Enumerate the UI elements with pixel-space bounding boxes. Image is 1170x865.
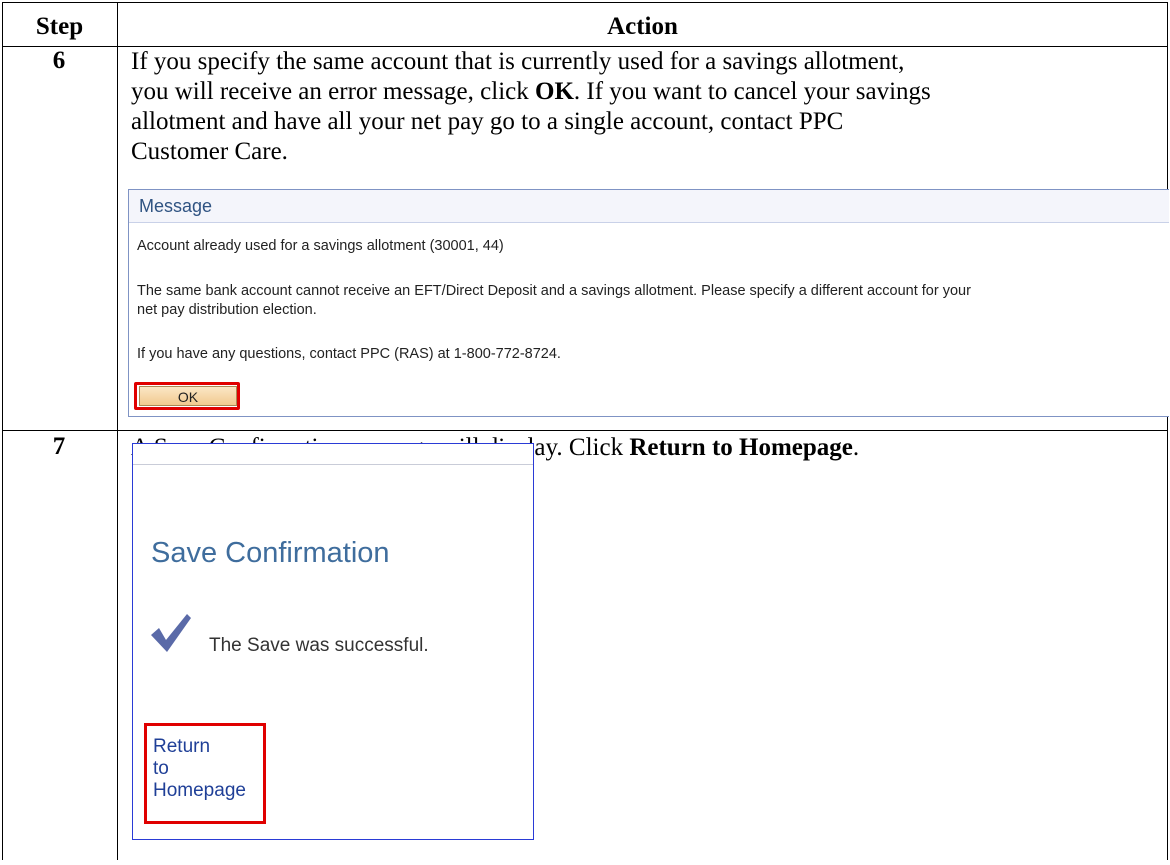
- save-confirmation-title: Save Confirmation: [151, 537, 390, 569]
- panel-divider: [133, 464, 533, 465]
- message-line-2b: net pay distribution election.: [137, 302, 317, 318]
- error-message-panel: Message Account already used for a savin…: [128, 189, 1169, 417]
- step-6-line-2: you will receive an error message, click…: [131, 77, 1163, 107]
- message-line-2a: The same bank account cannot receive an …: [137, 283, 971, 299]
- ok-button-highlight: [134, 382, 240, 410]
- table-column-divider: [117, 2, 118, 860]
- checkmark-icon: [151, 614, 191, 652]
- table-border-left: [2, 2, 3, 860]
- return-link-highlight: [144, 723, 266, 824]
- save-success-message: The Save was successful.: [209, 635, 429, 656]
- message-title: Message: [129, 190, 1169, 223]
- step-6-ok-bold: OK: [535, 78, 574, 105]
- message-line-3: If you have any questions, contact PPC (…: [137, 346, 561, 362]
- table-border-top: [2, 2, 1168, 3]
- message-line-1: Account already used for a savings allot…: [137, 238, 504, 254]
- step-number-6: 6: [52, 47, 66, 74]
- header-action: Action: [607, 13, 678, 40]
- step-6-line-1: If you specify the same account that is …: [131, 48, 905, 75]
- step-6-line-2-suffix: . If you want to cancel your savings: [573, 78, 931, 105]
- save-confirmation-panel: Save Confirmation The Save was successfu…: [132, 443, 534, 840]
- table-border-right: [1167, 2, 1168, 860]
- step-6-line-2-text: you will receive an error message, click: [131, 78, 535, 105]
- header-step: Step: [35, 13, 84, 40]
- table-row-divider: [2, 430, 1168, 431]
- step-number-7: 7: [52, 433, 66, 460]
- step-7-suffix: .: [852, 434, 860, 461]
- step-6-line-3: allotment and have all your net pay go t…: [131, 108, 844, 135]
- step-7-return-bold: Return to Homepage: [629, 434, 853, 461]
- step-6-line-4: Customer Care.: [131, 138, 288, 165]
- step-6-instructions: If you specify the same account that is …: [131, 47, 1163, 167]
